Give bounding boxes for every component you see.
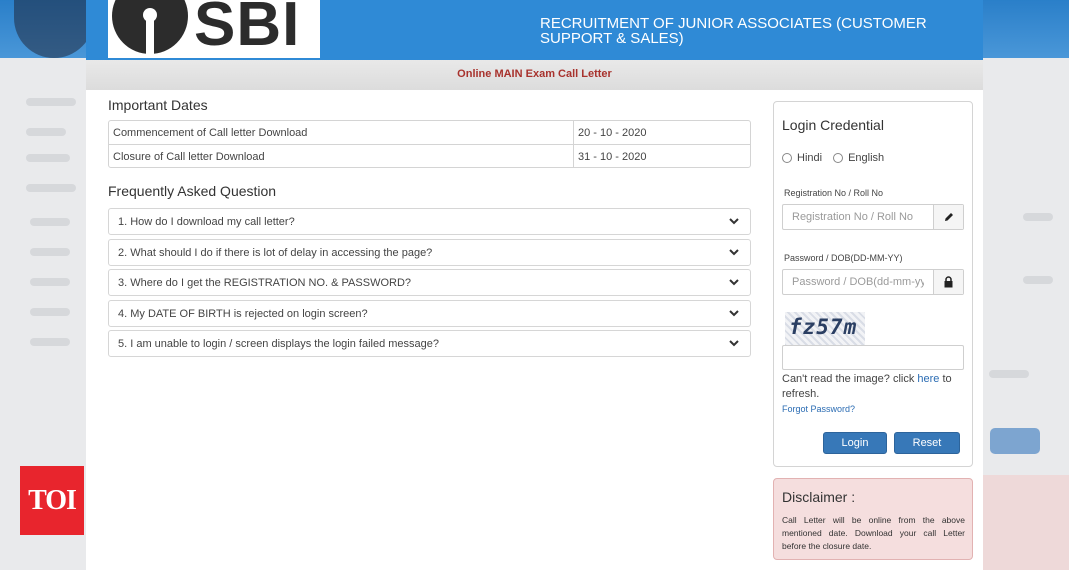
reset-button[interactable]: Reset <box>894 432 960 454</box>
date-label: Closure of Call letter Download <box>109 145 574 167</box>
captcha-refresh-text: Can't read the image? click here to refr… <box>782 372 967 402</box>
chevron-down-icon <box>729 309 739 316</box>
faq-item[interactable]: 5. I am unable to login / screen display… <box>108 330 751 357</box>
faq-question: 2. What should I do if there is lot of d… <box>118 246 433 259</box>
lock-icon <box>933 270 963 294</box>
registration-field <box>782 204 964 230</box>
chevron-down-icon <box>729 340 739 347</box>
forgot-password-link[interactable]: Forgot Password? <box>782 404 855 414</box>
faq-item[interactable]: 3. Where do I get the REGISTRATION NO. &… <box>108 269 751 296</box>
pencil-icon <box>933 205 963 229</box>
faq-question: 5. I am unable to login / screen display… <box>118 338 440 350</box>
sbi-logo: SBI <box>108 0 320 58</box>
main-page: SBI RECRUITMENT OF JUNIOR ASSOCIATES (CU… <box>86 0 983 570</box>
faq-item[interactable]: 2. What should I do if there is lot of d… <box>108 238 751 266</box>
table-row: Closure of Call letter Download 31 - 10 … <box>109 144 750 167</box>
header-bar: SBI RECRUITMENT OF JUNIOR ASSOCIATES (CU… <box>86 0 983 60</box>
background-disclaimer <box>983 475 1069 570</box>
faq-list: 1. How do I download my call letter? 2. … <box>108 208 751 361</box>
login-button[interactable]: Login <box>823 432 887 454</box>
important-dates-heading: Important Dates <box>108 97 208 113</box>
login-title: Login Credential <box>782 117 884 133</box>
faq-heading: Frequently Asked Question <box>108 183 277 199</box>
password-input[interactable] <box>783 270 933 294</box>
disclaimer-title: Disclaimer : <box>782 489 856 505</box>
subheader-bar: Online MAIN Exam Call Letter <box>86 60 983 90</box>
password-field <box>782 269 964 295</box>
chevron-down-icon <box>729 218 739 225</box>
english-label: English <box>848 152 885 164</box>
date-label: Commencement of Call letter Download <box>109 121 574 144</box>
disclaimer-box: Disclaimer : Call Letter will be online … <box>773 478 973 560</box>
english-radio[interactable] <box>833 153 844 163</box>
captcha-input[interactable] <box>782 345 964 370</box>
registration-label: Registration No / Roll No <box>784 188 884 198</box>
chevron-down-icon <box>729 279 739 286</box>
sbi-logo-text: SBI <box>194 0 301 58</box>
toi-watermark: TOI <box>20 466 84 535</box>
chevron-down-icon <box>729 248 739 255</box>
faq-question: 4. My DATE OF BIRTH is rejected on login… <box>118 307 368 320</box>
login-panel: Login Credential Hindi English Registrat… <box>773 101 973 467</box>
page-subtitle: Online MAIN Exam Call Letter <box>457 68 612 80</box>
password-label: Password / DOB(DD-MM-YY) <box>784 253 903 263</box>
captcha-refresh-link[interactable]: here <box>917 373 939 385</box>
date-value: 31 - 10 - 2020 <box>578 151 647 163</box>
faq-question: 1. How do I download my call letter? <box>118 216 295 228</box>
faq-item[interactable]: 1. How do I download my call letter? <box>108 208 751 235</box>
hindi-radio[interactable] <box>782 153 792 163</box>
hindi-label: Hindi <box>797 152 823 164</box>
faq-item[interactable]: 4. My DATE OF BIRTH is rejected on login… <box>108 299 751 327</box>
refresh-prefix: Can't read the image? click <box>782 373 918 385</box>
table-row: Commencement of Call letter Download 20 … <box>109 121 750 144</box>
date-value: 20 - 10 - 2020 <box>578 127 647 139</box>
captcha-image: fz57m <box>785 312 865 346</box>
faq-question: 3. Where do I get the REGISTRATION NO. &… <box>118 277 412 289</box>
important-dates-table: Commencement of Call letter Download 20 … <box>108 120 751 168</box>
registration-input[interactable] <box>783 205 933 229</box>
sbi-logo-mark <box>112 0 188 58</box>
background-button <box>990 428 1040 454</box>
page-title: RECRUITMENT OF JUNIOR ASSOCIATES (CUSTOM… <box>540 15 927 47</box>
disclaimer-text: Call Letter will be online from the abov… <box>782 515 965 551</box>
language-selector: Hindi English <box>782 152 884 164</box>
